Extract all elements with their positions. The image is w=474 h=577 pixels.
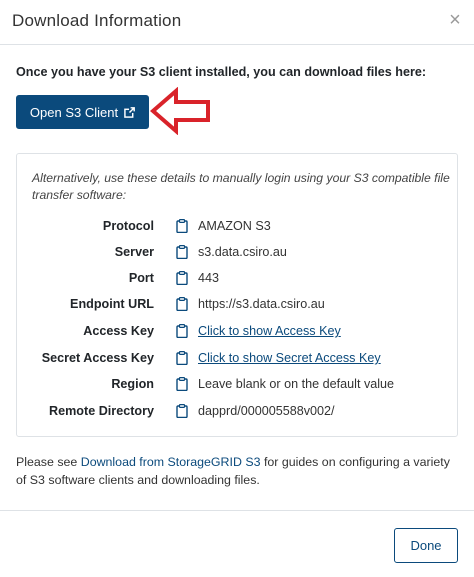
detail-label: Secret Access Key [41,351,154,365]
guide-text-before: Please see [16,455,81,469]
dialog-title: Download Information [12,11,182,30]
detail-label: Port [128,271,154,285]
manual-login-text: Alternatively, use these details to manu… [32,171,450,202]
guide-text: Please see Download from StorageGRID S3 … [16,453,456,489]
detail-label: Endpoint URL [70,297,154,311]
intro-text: Once you have your S3 client installed, … [16,65,427,79]
external-link-icon [124,106,136,118]
close-icon[interactable]: × [446,9,464,31]
detail-value: AMAZON S3 [198,219,271,233]
detail-row-protocol: Protocol AMAZON S3 [17,217,459,237]
detail-value: s3.data.csiro.au [198,245,287,259]
detail-value: dapprd/000005588v002/ [198,404,335,418]
detail-row-port: Port 443 [17,269,459,289]
download-info-dialog: Download Information × Once you have you… [0,0,474,577]
clipboard-icon[interactable] [176,377,188,391]
clipboard-icon[interactable] [176,351,188,365]
detail-row-remote-directory: Remote Directory dapprd/000005588v002/ [17,402,459,422]
detail-label: Server [114,245,154,259]
clipboard-icon[interactable] [176,219,188,233]
dialog-header: Download Information × [0,0,474,45]
detail-row-secret-access-key: Secret Access Key Click to show Secret A… [17,349,459,369]
detail-label: Region [111,377,154,391]
detail-label: Access Key [83,324,154,338]
show-access-key-link[interactable]: Click to show Access Key [198,324,341,338]
detail-row-access-key: Access Key Click to show Access Key [17,322,459,342]
detail-row-endpoint-url: Endpoint URL https://s3.data.csiro.au [17,295,459,315]
detail-label: Remote Directory [49,404,154,418]
red-arrow-annotation [150,87,210,135]
detail-value: https://s3.data.csiro.au [198,297,325,311]
clipboard-icon[interactable] [176,245,188,259]
clipboard-icon[interactable] [176,324,188,338]
detail-label: Protocol [102,219,154,233]
clipboard-icon[interactable] [176,297,188,311]
done-button[interactable]: Done [394,528,458,563]
detail-row-region: Region Leave blank or on the default val… [17,375,459,395]
open-s3-client-label: Open S3 Client [29,104,119,120]
dialog-footer: Done [0,510,474,577]
clipboard-icon[interactable] [176,404,188,418]
detail-value: 443 [198,271,220,285]
clipboard-icon[interactable] [176,271,188,285]
show-secret-access-key-link[interactable]: Click to show Secret Access Key [198,351,381,365]
open-s3-client-button[interactable]: Open S3 Client [16,95,149,129]
detail-value: Leave blank or on the default value [198,377,395,391]
detail-row-server: Server s3.data.csiro.au [17,243,459,263]
connection-details-panel: Alternatively, use these details to manu… [16,153,458,437]
storagegrid-guide-link[interactable]: Download from StorageGRID S3 [81,455,261,469]
